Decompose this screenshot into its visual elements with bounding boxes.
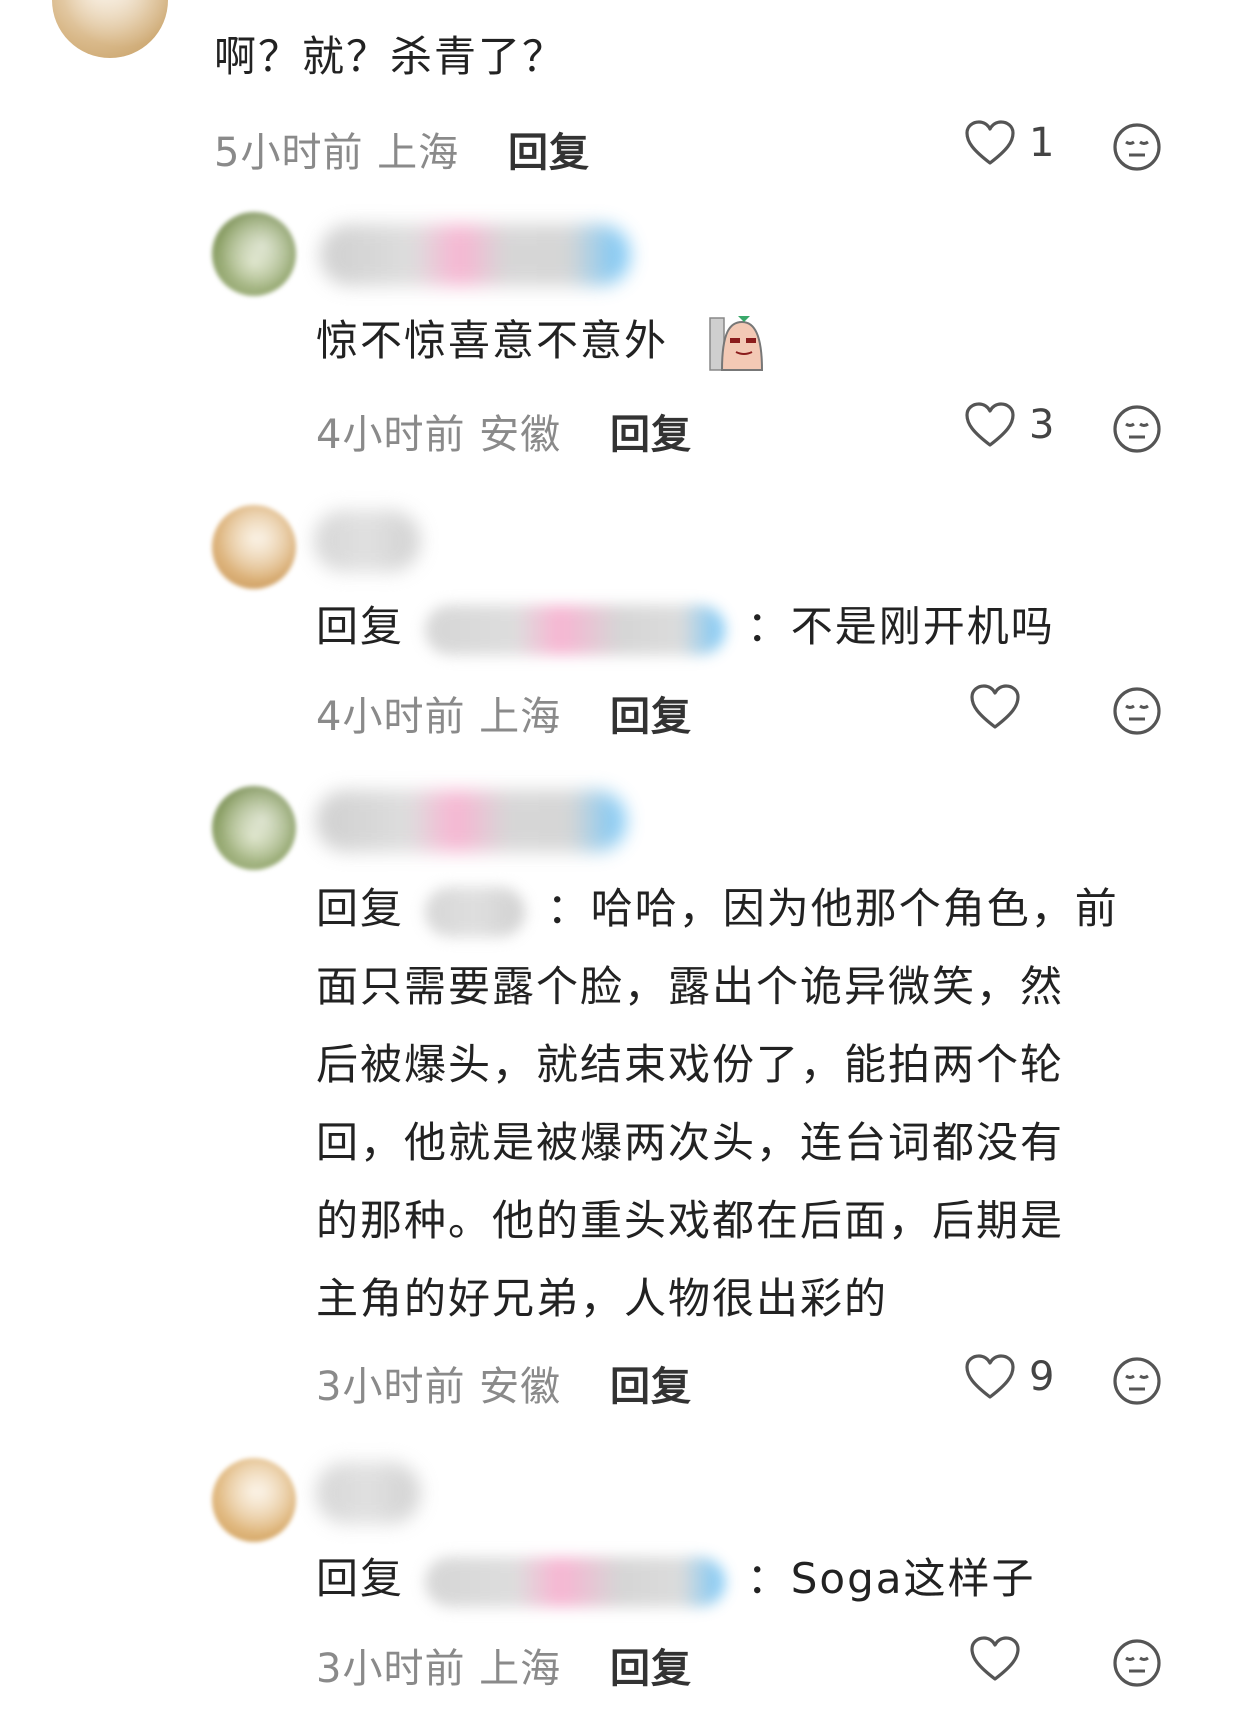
like-button[interactable]	[970, 1636, 1034, 1682]
reply-button[interactable]: 回复	[610, 402, 692, 460]
username-blurred[interactable]	[320, 224, 630, 286]
reply-text: ：不是刚开机吗	[746, 602, 1055, 651]
like-button[interactable]: 9	[965, 1354, 1054, 1400]
reply-button[interactable]: 回复	[610, 684, 692, 742]
neutral-face-icon[interactable]	[1112, 122, 1162, 172]
avatar[interactable]	[212, 212, 296, 296]
heart-outline-icon	[965, 1354, 1015, 1399]
comment-meta: 3小时前 上海	[316, 1646, 562, 1692]
neutral-face-icon[interactable]	[1112, 686, 1162, 736]
comment-meta: 3小时前 安徽	[316, 1364, 562, 1410]
heart-outline-icon	[965, 120, 1015, 165]
reply-prefix: 回复	[316, 1554, 405, 1603]
comment-text-line-1: 回复 ：哈哈，因为他那个角色，前	[316, 874, 1119, 944]
comment-text: 回复 ：不是刚开机吗	[316, 592, 1055, 662]
avatar[interactable]	[52, 0, 168, 58]
comment-text-line-5: 的那种。他的重头戏都在后面，后期是	[316, 1196, 1065, 1245]
reply-button[interactable]: 回复	[508, 120, 590, 178]
like-count: 9	[1029, 1354, 1055, 1400]
neutral-face-icon[interactable]	[1112, 1638, 1162, 1688]
comment-text-line-3: 后被爆头，就结束戏份了，能拍两个轮	[316, 1040, 1065, 1089]
neutral-face-icon[interactable]	[1112, 404, 1162, 454]
reply-button[interactable]: 回复	[610, 1636, 692, 1694]
like-button[interactable]: 1	[965, 120, 1054, 166]
comment-text-line-4: 回，他就是被爆两次头，连台词都没有	[316, 1118, 1065, 1167]
comment-meta: 4小时前 上海	[316, 694, 562, 740]
heart-outline-icon	[970, 1636, 1020, 1681]
mentioned-user-blurred[interactable]	[425, 1556, 726, 1607]
comment-meta: 4小时前 安徽	[316, 412, 562, 458]
heart-outline-icon	[965, 402, 1015, 447]
avatar[interactable]	[212, 505, 296, 589]
like-button[interactable]	[970, 684, 1034, 730]
avatar[interactable]	[212, 1458, 296, 1542]
like-button[interactable]: 3	[965, 402, 1054, 448]
comment-text: 回复 ：Soga这样子	[316, 1544, 1036, 1614]
avatar[interactable]	[212, 786, 296, 870]
username-blurred[interactable]	[316, 790, 626, 852]
reply-text: ：哈哈，因为他那个角色，前	[546, 884, 1119, 933]
comment-text: 啊？就？杀青了？	[214, 32, 567, 81]
heart-outline-icon	[970, 684, 1020, 729]
username-blurred[interactable]	[314, 510, 420, 572]
reply-button[interactable]: 回复	[610, 1354, 692, 1412]
comment-text-line-2: 面只需要露个脸，露出个诡异微笑，然	[316, 962, 1065, 1011]
mentioned-user-blurred[interactable]	[425, 886, 526, 937]
reply-prefix: 回复	[316, 602, 405, 651]
comment-meta: 5小时前 上海	[214, 130, 460, 176]
like-count: 1	[1029, 120, 1055, 166]
comment-text: 惊不惊喜意不意外	[316, 316, 669, 365]
mentioned-user-blurred[interactable]	[425, 604, 726, 655]
username-blurred[interactable]	[316, 1462, 420, 1524]
reply-text: ：Soga这样子	[746, 1554, 1036, 1603]
like-count: 3	[1029, 402, 1055, 448]
sticker-icon	[709, 316, 764, 371]
neutral-face-icon[interactable]	[1112, 1356, 1162, 1406]
comment-text-line-6: 主角的好兄弟，人物很出彩的	[316, 1274, 889, 1323]
reply-prefix: 回复	[316, 884, 405, 933]
